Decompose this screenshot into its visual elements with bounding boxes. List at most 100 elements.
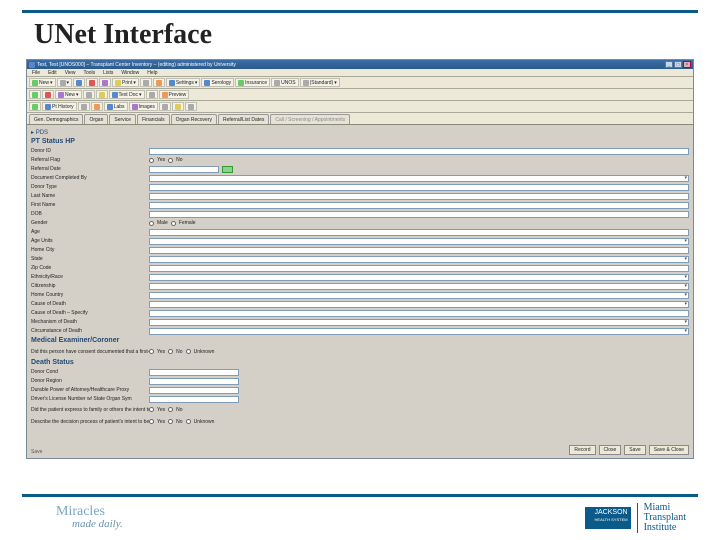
- toolbar-button[interactable]: [73, 78, 85, 87]
- toolbar-icon: [204, 80, 210, 86]
- menu-help[interactable]: Help: [145, 70, 159, 76]
- label-donor-id: Donor ID: [31, 148, 149, 154]
- circumstance-select[interactable]: [149, 328, 689, 335]
- family-contact-no-radio[interactable]: [168, 407, 173, 412]
- gender-m-radio[interactable]: [149, 221, 154, 226]
- toolbar-button[interactable]: [78, 102, 90, 111]
- toolbar-button[interactable]: [29, 90, 41, 99]
- toolbar-icon: [32, 104, 38, 110]
- referral-date-input[interactable]: [149, 166, 219, 173]
- age-units-select[interactable]: [149, 238, 689, 245]
- citizenship-select[interactable]: [149, 283, 689, 290]
- toolbar-button[interactable]: [153, 78, 165, 87]
- toolbar-icon: [102, 80, 108, 86]
- donor-type-input[interactable]: [149, 184, 689, 191]
- tab-demographics[interactable]: Gen. Demographics: [29, 114, 83, 124]
- dob-input[interactable]: [149, 211, 689, 218]
- home-country-select[interactable]: [149, 292, 689, 299]
- label-dpa: Durable Power of Attorney/Healthcare Pro…: [31, 387, 149, 393]
- toolbar-button[interactable]: UNOS: [271, 78, 298, 87]
- label-dob: DOB: [31, 211, 149, 217]
- toolbar-button[interactable]: [96, 90, 108, 99]
- tab-organ-recovery[interactable]: Organ Recovery: [171, 114, 217, 124]
- toolbar-button[interactable]: [42, 90, 54, 99]
- toolbar-button[interactable]: Images: [129, 102, 158, 111]
- window-title: Test, Test [UNOS000] – Transplant Center…: [37, 62, 236, 68]
- tab-service[interactable]: Service: [109, 114, 136, 124]
- gender-f-radio[interactable]: [171, 221, 176, 226]
- dropdown-arrow-icon: ▾: [67, 80, 70, 86]
- state-select[interactable]: [149, 256, 689, 263]
- first-name-input[interactable]: [149, 202, 689, 209]
- jackson-logo: JACKSON HEALTH SYSTEM: [585, 507, 631, 529]
- tab-call-screening[interactable]: Call / Screening / Appointments: [270, 114, 350, 124]
- label-donor-region: Donor Region: [31, 378, 149, 384]
- minimize-button[interactable]: _: [665, 61, 673, 68]
- donor-region-input[interactable]: [149, 378, 239, 385]
- toolbar-button[interactable]: [159, 102, 171, 111]
- consent-obtained-unk-radio[interactable]: [186, 349, 191, 354]
- row-age-units: Age Units: [31, 237, 689, 245]
- zip-code-input[interactable]: [149, 265, 689, 272]
- cause-of-death-select[interactable]: [149, 301, 689, 308]
- cod-spec-input[interactable]: [149, 310, 689, 317]
- tab-financials[interactable]: Financials: [137, 114, 170, 124]
- toolbar-button[interactable]: Text Doc▾: [109, 90, 145, 99]
- toolbar-button[interactable]: New▾: [55, 90, 82, 99]
- tab-referral-dates[interactable]: Referral/List Dates: [218, 114, 269, 124]
- mechanism-select[interactable]: [149, 319, 689, 326]
- referral-flag-yes-radio[interactable]: [149, 158, 154, 163]
- toolbar-icon: [45, 104, 51, 110]
- menu-lists[interactable]: Lists: [101, 70, 115, 76]
- record-button[interactable]: Record: [569, 445, 595, 455]
- toolbar-button[interactable]: [83, 90, 95, 99]
- toolbar-button[interactable]: Labs: [104, 102, 128, 111]
- toolbar-button[interactable]: (Standard)▾: [300, 78, 340, 87]
- toolbar-button[interactable]: Insurance: [235, 78, 270, 87]
- ethnicity-race-select[interactable]: [149, 274, 689, 281]
- decision-process-yes-radio[interactable]: [149, 419, 154, 424]
- toolbar-button[interactable]: [29, 102, 41, 111]
- toolbar-button[interactable]: Settings▾: [166, 78, 201, 87]
- referral-date-toggle[interactable]: [222, 166, 233, 173]
- referral-flag-no-radio[interactable]: [168, 158, 173, 163]
- row-cod-spec: Cause of Death – Specify: [31, 309, 689, 317]
- toolbar-button[interactable]: [140, 78, 152, 87]
- toolbar-button[interactable]: Print▾: [112, 78, 139, 87]
- driver-license-input[interactable]: [149, 396, 239, 403]
- toolbar-button[interactable]: Serology: [201, 78, 234, 87]
- menu-window[interactable]: Window: [119, 70, 141, 76]
- dpa-input[interactable]: [149, 387, 239, 394]
- toolbar-button[interactable]: [99, 78, 111, 87]
- tab-organ[interactable]: Organ: [84, 114, 108, 124]
- consent-obtained-yes-radio[interactable]: [149, 349, 154, 354]
- menu-view[interactable]: View: [63, 70, 78, 76]
- age-input[interactable]: [149, 229, 689, 236]
- toolbar-button[interactable]: [91, 102, 103, 111]
- decision-process-unk-radio[interactable]: [186, 419, 191, 424]
- menu-file[interactable]: File: [30, 70, 42, 76]
- toolbar-button[interactable]: [185, 102, 197, 111]
- menu-edit[interactable]: Edit: [46, 70, 59, 76]
- toolbar-button[interactable]: [146, 90, 158, 99]
- toolbar-button[interactable]: Pt History: [42, 102, 77, 111]
- consent-obtained-no-radio[interactable]: [168, 349, 173, 354]
- close-window-button[interactable]: ×: [683, 61, 691, 68]
- toolbar-button[interactable]: [172, 102, 184, 111]
- toolbar-button[interactable]: Preview: [159, 90, 190, 99]
- toolbar-button[interactable]: [86, 78, 98, 87]
- maximize-button[interactable]: □: [674, 61, 682, 68]
- donor-id-input[interactable]: [149, 148, 689, 155]
- toolbar-button[interactable]: ▾: [57, 78, 73, 87]
- toolbar-button[interactable]: New▾: [29, 78, 56, 87]
- last-name-input[interactable]: [149, 193, 689, 200]
- donor-cond-input[interactable]: [149, 369, 239, 376]
- save-button[interactable]: Save: [624, 445, 645, 455]
- menu-tools[interactable]: Tools: [81, 70, 97, 76]
- close-button[interactable]: Close: [599, 445, 622, 455]
- document-completed-select[interactable]: [149, 175, 689, 182]
- decision-process-no-radio[interactable]: [168, 419, 173, 424]
- home-city-input[interactable]: [149, 247, 689, 254]
- save-close-button[interactable]: Save & Close: [649, 445, 689, 455]
- family-contact-yes-radio[interactable]: [149, 407, 154, 412]
